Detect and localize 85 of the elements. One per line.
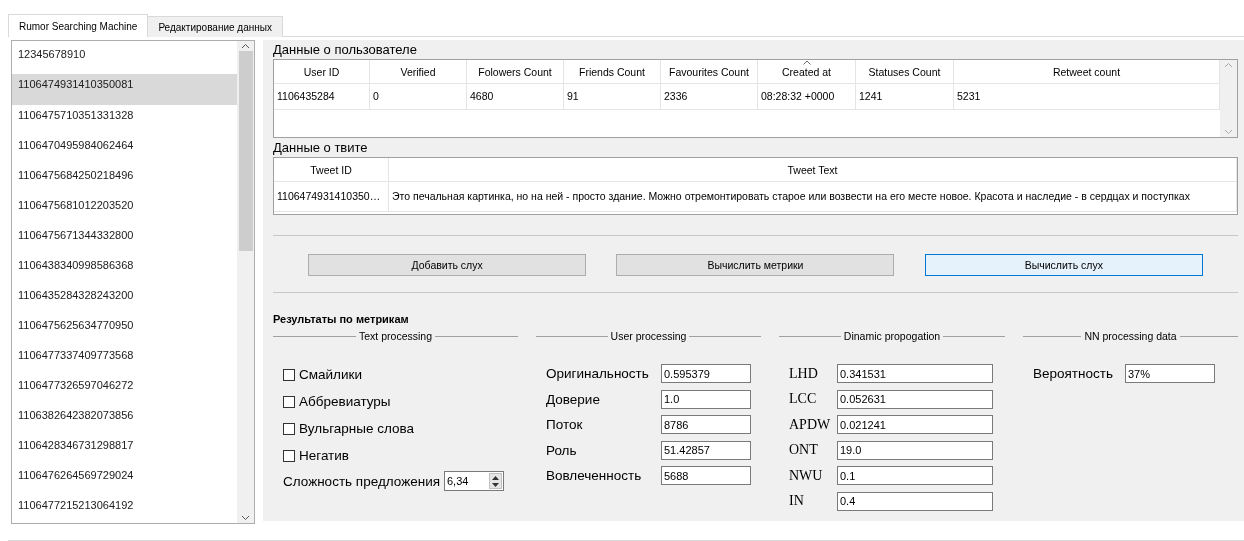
- list-item[interactable]: 1106435284328243200: [12, 285, 237, 315]
- list-item[interactable]: 1106475684250218496: [12, 165, 237, 195]
- action-button[interactable]: Вычислить слух: [924, 254, 1203, 276]
- value-field[interactable]: 51.42857: [661, 440, 751, 460]
- column-header[interactable]: Tweet ID: [274, 158, 389, 181]
- field-label: Доверие: [546, 391, 600, 407]
- column-header[interactable]: Created at: [758, 60, 856, 83]
- table-cell: 1241: [856, 84, 954, 109]
- value-field[interactable]: 0.341531: [837, 364, 993, 384]
- value-field[interactable]: 5688: [661, 466, 751, 486]
- spin-up-icon[interactable]: [492, 475, 499, 480]
- list-item[interactable]: 1106474931410350081: [12, 74, 237, 105]
- table-cell: 1106435284: [274, 84, 370, 109]
- list-item[interactable]: 1106477337409773568: [12, 345, 237, 375]
- list-item[interactable]: 1106475710351331328: [12, 105, 237, 135]
- tab[interactable]: Редактирование данных: [147, 16, 283, 37]
- table-cell: 4680: [467, 84, 564, 109]
- column-header[interactable]: User ID: [274, 60, 370, 83]
- list-item[interactable]: 1106477215213064192: [12, 495, 237, 523]
- list-item[interactable]: 1106470495984062464: [12, 135, 237, 165]
- value-field[interactable]: 19.0: [837, 440, 993, 460]
- column-header[interactable]: Folowers Count: [467, 60, 564, 83]
- field-label: Роль: [546, 442, 577, 458]
- list-item[interactable]: 1106475681012203520: [12, 195, 237, 225]
- results-title: Результаты по метрикам: [273, 313, 410, 325]
- scroll-down-icon[interactable]: [241, 515, 250, 521]
- field-label: Вовлеченность: [546, 468, 642, 484]
- scrollbar[interactable]: [237, 41, 254, 523]
- checkbox-label: Аббревиатуры: [299, 394, 391, 409]
- checkbox[interactable]: [283, 449, 295, 462]
- checkbox[interactable]: [283, 422, 295, 435]
- checkbox[interactable]: [283, 395, 295, 408]
- field-label: LCC: [789, 391, 817, 408]
- section-title: Данные о пользователе: [273, 41, 418, 59]
- field-label: Вероятность: [1033, 366, 1113, 382]
- checkbox[interactable]: [283, 368, 295, 381]
- column-header[interactable]: Verified: [370, 60, 467, 83]
- field-label: APDW: [789, 416, 831, 433]
- field-label: ONT: [789, 442, 818, 459]
- spin-down-icon[interactable]: [492, 482, 499, 487]
- group-title: NN processing data: [1084, 330, 1177, 342]
- column-header[interactable]: Statuses Count: [856, 60, 954, 83]
- field-label: IN: [789, 493, 804, 510]
- column-header[interactable]: Tweet Text: [389, 158, 1237, 181]
- checkbox-label: Негатив: [299, 448, 349, 463]
- column-header[interactable]: Favourites Count: [661, 60, 758, 83]
- group-title: Text processing: [359, 330, 432, 342]
- field-label: NWU: [789, 467, 823, 484]
- value-field[interactable]: 1.0: [661, 389, 751, 409]
- list-item[interactable]: 1106382642382073856: [12, 405, 237, 435]
- action-button[interactable]: Добавить слух: [308, 254, 587, 276]
- value-field[interactable]: 0.021241: [837, 415, 993, 435]
- list-item[interactable]: 12345678910: [12, 44, 237, 74]
- list-item[interactable]: 1106438340998586368: [12, 255, 237, 285]
- value-field[interactable]: 37%: [1125, 364, 1215, 384]
- table-cell: 0: [370, 84, 467, 109]
- value-field[interactable]: 0.4: [837, 491, 993, 511]
- checkbox-label: Смайлики: [299, 367, 362, 382]
- table-cell: 1106474931410350…: [274, 182, 389, 211]
- value-field[interactable]: 0.595379: [661, 364, 751, 384]
- field-label: Поток: [546, 417, 583, 433]
- list-item[interactable]: 1106475671344332800: [12, 225, 237, 255]
- group-title: User processing: [610, 330, 687, 342]
- group-title: Dinamic propogation: [843, 330, 941, 342]
- list-item[interactable]: 1106477326597046272: [12, 375, 237, 405]
- value-field[interactable]: 0.052631: [837, 389, 993, 409]
- table-cell: Это печальная картинка, но на ней - просто здание. Можно отремонтировать старое или возвести на его месте новое. Красота и наследие - в сердцах и поступках: [389, 182, 1237, 211]
- scroll-up-icon[interactable]: [241, 43, 250, 49]
- list-item[interactable]: 1106475625634770950: [12, 315, 237, 345]
- field-label: Оригинальность: [546, 366, 649, 382]
- list-item[interactable]: 1106428346731298817: [12, 435, 237, 465]
- value-field[interactable]: 8786: [661, 415, 751, 435]
- value-field[interactable]: 0.1: [837, 466, 993, 486]
- field-label: LHD: [789, 365, 818, 382]
- table-cell: 2336: [661, 84, 758, 109]
- table-cell: 08:28:32 +0000: [758, 84, 856, 109]
- list-item[interactable]: 1106476264569729024: [12, 465, 237, 495]
- tab[interactable]: Rumor Searching Machine: [8, 14, 149, 37]
- action-button[interactable]: Вычислить метрики: [616, 254, 895, 276]
- checkbox-label: Вульгарные слова: [299, 421, 415, 436]
- section-title: Данные о твите: [273, 139, 369, 157]
- table-cell: 91: [564, 84, 661, 109]
- column-header[interactable]: Friends Count: [564, 60, 661, 83]
- field-label: Сложность предложения: [283, 473, 440, 489]
- spin-field[interactable]: 6,34: [444, 471, 504, 491]
